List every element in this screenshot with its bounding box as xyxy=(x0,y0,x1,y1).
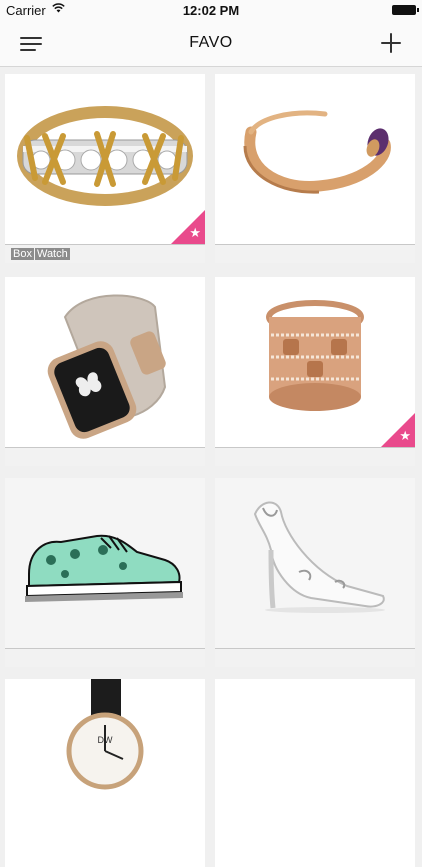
caption-area xyxy=(215,648,415,667)
star-icon: ★ xyxy=(189,225,201,240)
grid-card[interactable]: Box Watch ★ xyxy=(5,74,205,263)
tag-label[interactable]: Watch xyxy=(34,248,70,260)
grid-card[interactable] xyxy=(215,478,415,667)
battery-icon xyxy=(392,5,419,15)
star-icon: ★ xyxy=(399,428,411,443)
grid-card[interactable] xyxy=(5,478,205,667)
caption-area xyxy=(215,447,415,466)
caption-area xyxy=(5,648,205,667)
grid-card[interactable] xyxy=(215,679,415,867)
caption-area xyxy=(215,244,415,263)
smartwatch-image xyxy=(5,277,205,447)
heel-image xyxy=(215,478,415,648)
empty-image xyxy=(215,679,415,849)
grid-card[interactable]: DW xyxy=(5,679,205,867)
tag-label[interactable]: Box xyxy=(11,248,34,260)
grid-card[interactable] xyxy=(215,74,415,263)
sneaker-image xyxy=(5,478,205,648)
navigation-bar: FAVO xyxy=(0,22,422,67)
grid-card[interactable]: ★ xyxy=(215,277,415,466)
hamburger-menu-icon[interactable] xyxy=(20,34,44,54)
plus-icon[interactable] xyxy=(380,32,402,54)
page-title: FAVO xyxy=(189,34,233,51)
clock: 12:02 PM xyxy=(182,3,240,18)
status-bar: Carrier 12:02 PM xyxy=(0,0,422,22)
tag-list: Box Watch xyxy=(11,248,71,260)
wristwatch-image: DW xyxy=(5,679,205,849)
bracelet-image xyxy=(215,74,415,244)
grid-card[interactable] xyxy=(5,277,205,466)
caption-area xyxy=(5,447,205,466)
